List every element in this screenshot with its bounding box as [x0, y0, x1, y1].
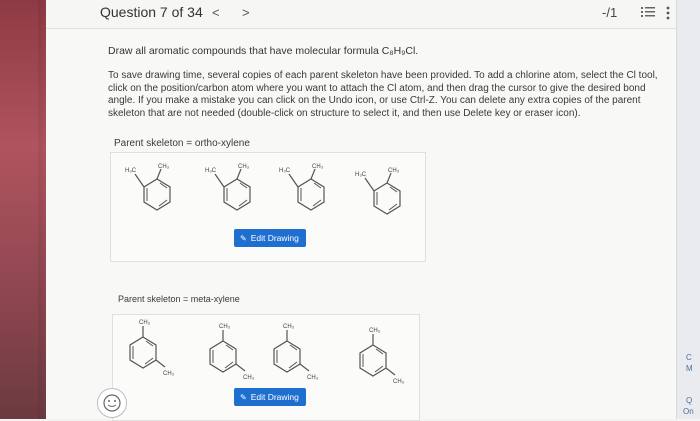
right-edge-text: C — [686, 353, 692, 362]
ortho-xylene-structure[interactable]: H₃C CH₃ — [125, 159, 189, 217]
right-edge-text: On — [683, 407, 694, 416]
meta-xylene-structure[interactable]: CH₃ CH₃ — [201, 321, 261, 385]
background-left-strip — [0, 0, 46, 419]
edit-drawing-label: Edit Drawing — [250, 392, 299, 402]
methyl-label-right: CH₃ — [312, 164, 324, 170]
question-header: Question 7 of 34 < > -/1 — [46, 0, 676, 29]
methyl-label-left: H₃C — [205, 168, 217, 174]
methyl-label-bottom: CH₃ — [243, 375, 255, 381]
ortho-xylene-label: Parent skeleton = ortho-xylene — [114, 138, 250, 149]
list-icon[interactable] — [641, 6, 655, 18]
question-panel: Question 7 of 34 < > -/1 Draw all aromat… — [46, 0, 676, 421]
next-question-button[interactable]: > — [242, 5, 250, 20]
meta-xylene-structure[interactable]: CH₃ CH₃ — [121, 317, 181, 381]
hint-icon — [103, 394, 121, 412]
methyl-label-right: CH₃ — [238, 164, 250, 170]
pencil-icon: ✎ — [240, 393, 247, 402]
question-title: Question 7 of 34 — [100, 4, 203, 20]
edit-drawing-button-meta[interactable]: ✎ Edit Drawing — [234, 388, 306, 406]
meta-xylene-structure[interactable]: CH₃ CH₃ — [265, 321, 325, 385]
methyl-label-top: CH₃ — [369, 328, 381, 334]
edit-drawing-button-ortho[interactable]: ✎ Edit Drawing — [234, 229, 306, 247]
more-vertical-icon[interactable] — [665, 6, 671, 20]
right-edge-text: Q — [686, 396, 693, 405]
methyl-label-top: CH₃ — [139, 320, 151, 326]
hint-button[interactable] — [97, 388, 127, 418]
edit-drawing-label: Edit Drawing — [250, 233, 299, 243]
right-edge-text: M — [686, 364, 693, 373]
methyl-label-right: CH₃ — [158, 164, 170, 170]
methyl-label-left: H₃C — [355, 172, 367, 178]
instructions-text: To save drawing time, several copies of … — [108, 70, 658, 119]
score-display: -/1 — [602, 5, 618, 20]
previous-question-button[interactable]: < — [212, 5, 220, 20]
methyl-label-left: H₃C — [279, 168, 291, 174]
methyl-label-bottom: CH₃ — [163, 371, 175, 377]
methyl-label-right: CH₃ — [388, 168, 400, 174]
methyl-label-left: H₃C — [125, 168, 137, 174]
meta-xylene-structure[interactable]: CH₃ CH₃ — [351, 325, 411, 389]
ortho-xylene-structure[interactable]: H₃C CH₃ — [355, 163, 419, 221]
methyl-label-bottom: CH₃ — [393, 379, 405, 385]
ortho-xylene-structure[interactable]: H₃C CH₃ — [279, 159, 343, 217]
methyl-label-top: CH₃ — [219, 324, 231, 330]
meta-xylene-label: Parent skeleton = meta-xylene — [118, 294, 240, 304]
pencil-icon: ✎ — [240, 234, 247, 243]
methyl-label-top: CH₃ — [283, 324, 295, 330]
right-side-panel: C M Q On — [676, 0, 700, 419]
ortho-xylene-structure[interactable]: H₃C CH₃ — [205, 159, 269, 217]
question-prompt: Draw all aromatic compounds that have mo… — [108, 45, 419, 57]
methyl-label-bottom: CH₃ — [307, 375, 319, 381]
